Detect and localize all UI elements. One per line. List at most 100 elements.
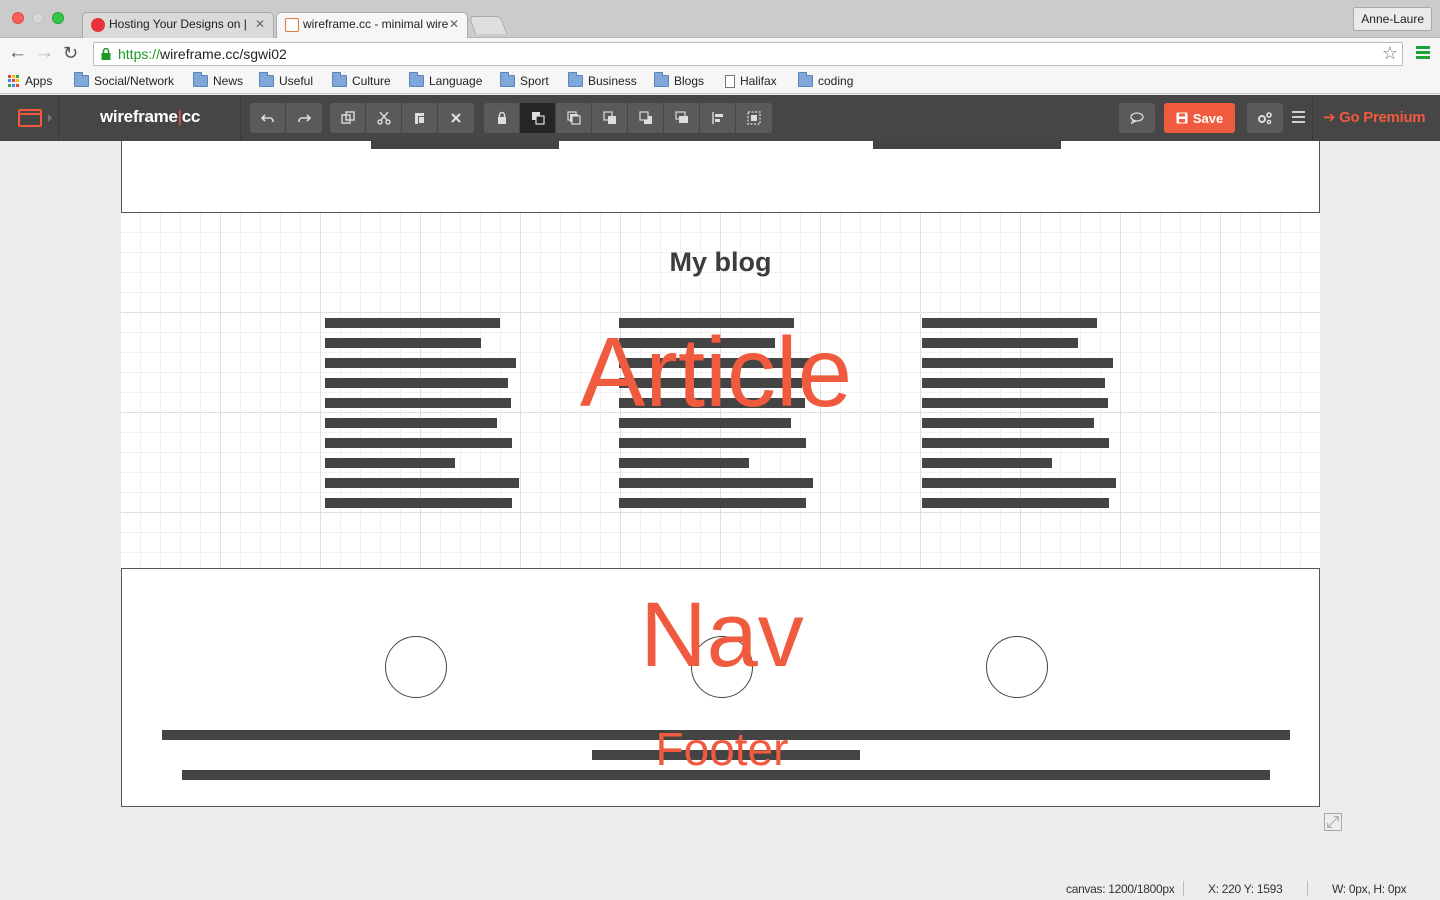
text-line[interactable]	[325, 478, 519, 488]
send-backward-button[interactable]	[556, 103, 592, 133]
text-line[interactable]	[325, 318, 500, 328]
bookmark-language[interactable]: Language	[409, 72, 482, 88]
menu-icon[interactable]	[1292, 111, 1305, 123]
minimize-window-button[interactable]	[32, 12, 44, 24]
header-section-box[interactable]	[121, 141, 1320, 213]
text-line[interactable]	[922, 318, 1097, 328]
duplicate-button[interactable]	[330, 103, 366, 133]
bookmark-coding[interactable]: coding	[798, 72, 854, 88]
arrange-button-group	[484, 103, 772, 133]
comment-button[interactable]	[1119, 103, 1155, 133]
bookmark-social-network[interactable]: Social/Network	[74, 72, 174, 88]
text-line[interactable]	[325, 398, 511, 408]
forward-arrow-icon[interactable]: →	[35, 43, 54, 63]
delete-button[interactable]	[438, 103, 474, 133]
blog-title[interactable]: My blog	[121, 247, 1320, 278]
article-section[interactable]: My blog Article	[121, 213, 1320, 568]
bookmark-star-icon[interactable]: ☆	[1382, 42, 1398, 64]
nav-circle-3[interactable]	[986, 636, 1048, 698]
go-premium-link[interactable]: ➔ Go Premium	[1323, 108, 1426, 126]
redo-button[interactable]	[286, 103, 322, 133]
bookmark-label: Useful	[279, 74, 314, 88]
text-line[interactable]	[325, 338, 481, 348]
undo-button[interactable]	[250, 103, 286, 133]
expand-canvas-icon[interactable]	[1324, 813, 1342, 831]
bookmark-label: Business	[588, 74, 637, 88]
text-line[interactable]	[922, 498, 1109, 508]
lock-button[interactable]	[484, 103, 520, 133]
text-line[interactable]	[619, 438, 806, 448]
bookmark-label: Apps	[25, 74, 53, 88]
group-icon	[747, 111, 761, 125]
wireframe-board[interactable]: My blog Article Nav Footer	[121, 141, 1320, 807]
brand-text-suffix: cc	[181, 107, 201, 126]
brand-text: wireframe	[100, 107, 178, 126]
group-button[interactable]	[736, 103, 772, 133]
text-line[interactable]	[922, 438, 1109, 448]
text-line[interactable]	[922, 338, 1078, 348]
text-line[interactable]	[325, 458, 455, 468]
bookmark-label: coding	[818, 74, 854, 88]
folder-icon	[332, 72, 347, 87]
text-line[interactable]	[922, 398, 1108, 408]
bookmark-apps[interactable]: Apps	[8, 74, 52, 88]
bookmark-useful[interactable]: Useful	[259, 72, 314, 88]
save-button-label: Save	[1192, 110, 1224, 126]
back-arrow-icon[interactable]: ←	[8, 43, 27, 63]
cut-button[interactable]	[366, 103, 402, 133]
text-line[interactable]	[922, 458, 1052, 468]
canvas-size-readout: canvas: 1200/1800px	[1066, 882, 1175, 896]
send-to-back-icon	[638, 111, 652, 124]
nav-footer-section[interactable]: Nav Footer	[121, 568, 1320, 807]
close-tab-icon[interactable]: ✕	[449, 17, 459, 31]
bookmark-business[interactable]: Business	[568, 72, 637, 88]
tab-title: wireframe.cc - minimal wire	[303, 17, 448, 31]
bookmark-news[interactable]: News	[193, 72, 243, 88]
wireframe-logo-icon[interactable]	[18, 109, 42, 127]
text-line[interactable]	[325, 438, 512, 448]
selection-size-readout: W: 0px, H: 0px	[1332, 882, 1407, 896]
text-line[interactable]	[325, 418, 497, 428]
bookmark-blogs[interactable]: Blogs	[654, 72, 704, 88]
brand-logo[interactable]: wireframe|cc	[100, 107, 200, 127]
text-line[interactable]	[619, 498, 806, 508]
browser-tab-wireframe[interactable]: wireframe.cc - minimal wire ✕	[276, 12, 468, 38]
profile-button[interactable]: Anne-Laure	[1353, 7, 1432, 31]
reload-icon[interactable]: ↻	[63, 43, 78, 63]
browser-tab-hosting[interactable]: Hosting Your Designs on | ✕	[82, 12, 274, 38]
save-button[interactable]: Save	[1164, 103, 1235, 133]
align-left-button[interactable]	[700, 103, 736, 133]
text-line[interactable]	[619, 458, 749, 468]
text-line[interactable]	[325, 378, 508, 388]
text-line[interactable]	[325, 358, 516, 368]
text-bar[interactable]	[371, 141, 559, 149]
bookmark-culture[interactable]: Culture	[332, 72, 391, 88]
canvas-area[interactable]: My blog Article Nav Footer	[0, 141, 1440, 900]
bring-to-front-button[interactable]	[592, 103, 628, 133]
text-line[interactable]	[619, 478, 813, 488]
gears-icon	[1258, 112, 1272, 125]
send-to-back-button[interactable]	[628, 103, 664, 133]
status-bar: canvas: 1200/1800px X: 220 Y: 1593 W: 0p…	[0, 878, 1440, 900]
chrome-menu-icon[interactable]	[1416, 46, 1430, 60]
bring-forward-button[interactable]	[520, 103, 556, 133]
text-line[interactable]	[922, 418, 1094, 428]
text-line[interactable]	[922, 378, 1105, 388]
new-tab-button[interactable]	[468, 16, 508, 34]
address-bar[interactable]: https://wireframe.cc/sgwi02 ☆	[93, 42, 1403, 66]
text-line[interactable]	[922, 478, 1116, 488]
close-window-button[interactable]	[12, 12, 24, 24]
bookmark-label: Halifax	[740, 74, 777, 88]
folder-icon	[74, 72, 89, 87]
bookmark-sport[interactable]: Sport	[500, 72, 549, 88]
maximize-window-button[interactable]	[52, 12, 64, 24]
settings-button[interactable]	[1247, 103, 1283, 133]
nav-circle-1[interactable]	[385, 636, 447, 698]
text-bar[interactable]	[873, 141, 1061, 149]
paste-button[interactable]	[402, 103, 438, 133]
bookmark-halifax[interactable]: Halifax	[725, 74, 777, 88]
close-tab-icon[interactable]: ✕	[255, 17, 265, 31]
text-line[interactable]	[922, 358, 1113, 368]
text-line[interactable]	[325, 498, 512, 508]
stack-button[interactable]	[664, 103, 700, 133]
